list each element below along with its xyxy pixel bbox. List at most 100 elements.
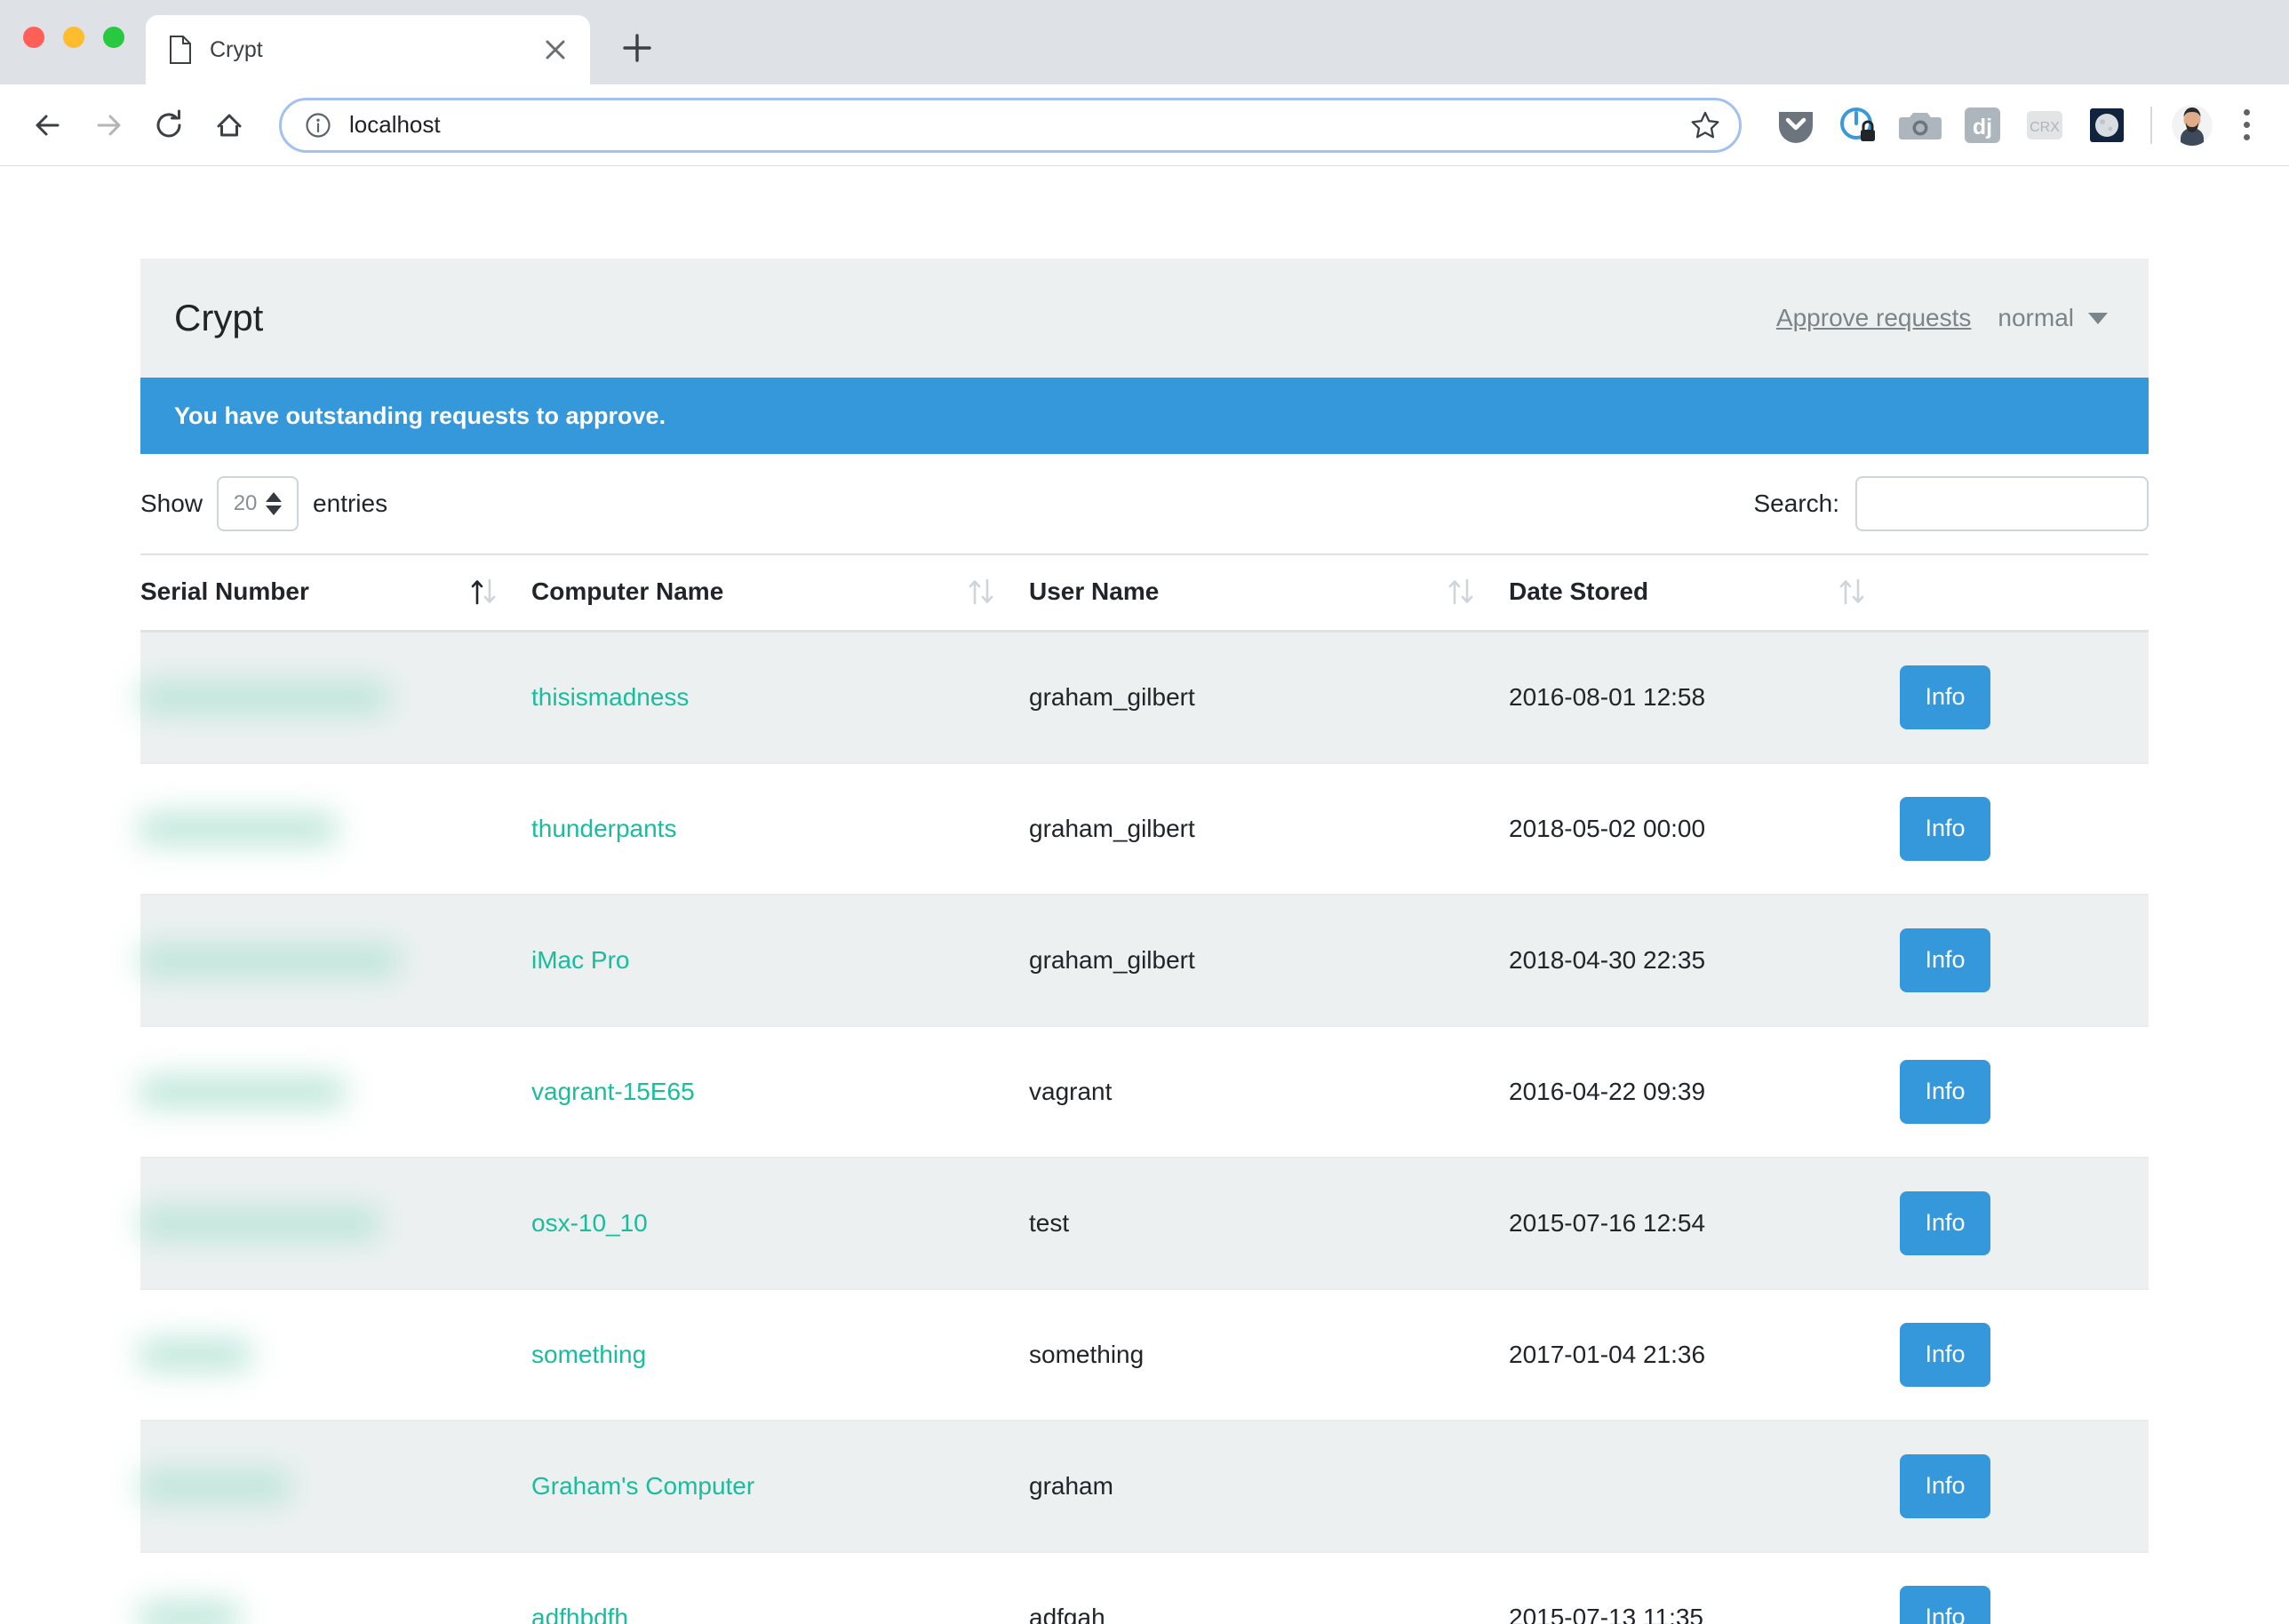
sort-icon[interactable] [967,577,995,607]
cell-serial-number [140,1421,531,1552]
table-row: Graham's Computer graham Info [140,1421,2149,1552]
browser-tab[interactable]: Crypt [146,15,590,84]
redacted-serial-number [140,1603,238,1624]
cell-user-name: graham [1029,1421,1509,1552]
column-header-serial-number[interactable]: Serial Number [140,554,531,632]
svg-text:dj: dj [1973,115,1992,139]
info-button[interactable]: Info [1900,928,1990,992]
svg-text:CRX: CRX [2030,120,2060,135]
computer-name-link[interactable]: thisismadness [531,683,689,711]
cell-actions: Info [1900,895,2149,1026]
pocket-icon[interactable] [1772,101,1820,149]
mode-dropdown-label: normal [1998,304,2074,332]
browser-window: Crypt [0,0,2289,1624]
privacy-lock-icon[interactable] [1834,101,1882,149]
computer-name-link[interactable]: something [531,1341,646,1368]
mode-dropdown[interactable]: normal [1998,304,2108,332]
moon-icon[interactable] [2083,101,2131,149]
cell-actions: Info [1900,763,2149,895]
redacted-serial-number [140,1208,379,1238]
cell-actions: Info [1900,1552,2149,1624]
info-button[interactable]: Info [1900,1323,1990,1387]
cell-user-name: test [1029,1158,1509,1289]
sort-ascending-icon[interactable] [469,577,498,607]
computer-name-link[interactable]: osx-10_10 [531,1209,648,1237]
redacted-serial-number [140,814,336,844]
cell-date-stored: 2016-08-01 12:58 [1509,632,1900,763]
column-header-date-stored[interactable]: Date Stored [1509,554,1900,632]
cell-computer-name: Graham's Computer [531,1421,1029,1552]
site-info-icon[interactable] [305,112,331,139]
home-icon[interactable] [211,107,247,143]
close-icon[interactable] [540,35,570,65]
sort-icon[interactable] [1447,577,1475,607]
info-button[interactable]: Info [1900,797,1990,861]
cell-user-name: graham_gilbert [1029,632,1509,763]
page-length-select[interactable]: 20 [217,476,299,531]
cell-user-name: graham_gilbert [1029,895,1509,1026]
cell-actions: Info [1900,1158,2149,1289]
kebab-menu-icon[interactable] [2229,104,2264,147]
alert-banner: You have outstanding requests to approve… [140,378,2149,454]
computer-name-link[interactable]: thunderpants [531,815,676,842]
cell-serial-number [140,1158,531,1289]
stepper-icon[interactable] [266,492,282,515]
alert-message: You have outstanding requests to approve… [174,402,666,430]
computer-name-link[interactable]: iMac Pro [531,946,629,974]
search-control: Search: [1754,476,2149,531]
header-actions: Approve requests normal [1776,304,2108,332]
computer-name-link[interactable]: adfhbdfh [531,1604,628,1624]
cell-date-stored: 2018-05-02 00:00 [1509,763,1900,895]
column-header-user-name[interactable]: User Name [1029,554,1509,632]
star-icon[interactable] [1689,109,1721,141]
table-row: iMac Prograham_gilbert2018-04-30 22:35In… [140,895,2149,1026]
new-tab-icon[interactable] [617,28,658,68]
django-icon[interactable]: dj [1958,101,2006,149]
page-header: Crypt Approve requests normal [140,259,2149,378]
column-label: Date Stored [1509,577,1648,606]
redacted-serial-number [140,945,398,975]
cell-date-stored: 2016-04-22 09:39 [1509,1026,1900,1158]
info-button[interactable]: Info [1900,1191,1990,1255]
reload-icon[interactable] [151,107,187,143]
approve-requests-link[interactable]: Approve requests [1776,304,1971,332]
search-input[interactable] [1855,476,2149,531]
cell-date-stored: 2017-01-04 21:36 [1509,1289,1900,1421]
cell-user-name: adfgah [1029,1552,1509,1624]
camera-icon[interactable] [1896,101,1944,149]
cell-user-name: something [1029,1289,1509,1421]
cell-computer-name: thisismadness [531,632,1029,763]
redacted-serial-number [140,1077,344,1107]
computer-name-link[interactable]: Graham's Computer [531,1472,754,1500]
column-header-actions [1900,554,2149,632]
cell-serial-number [140,1289,531,1421]
minimize-window-button[interactable] [63,27,84,48]
avatar[interactable] [2172,105,2213,146]
cell-serial-number [140,763,531,895]
computers-table: Serial Number [140,553,2149,1624]
maximize-window-button[interactable] [103,27,124,48]
cell-serial-number [140,1026,531,1158]
info-button[interactable]: Info [1900,1586,1990,1624]
info-button[interactable]: Info [1900,1060,1990,1124]
crx-icon[interactable]: CRX [2021,101,2069,149]
back-arrow-icon[interactable] [30,107,66,143]
cell-computer-name: adfhbdfh [531,1552,1029,1624]
sort-icon[interactable] [1838,577,1866,607]
info-button[interactable]: Info [1900,665,1990,729]
address-bar[interactable]: localhost [279,98,1742,153]
table-row: osx-10_10test2015-07-16 12:54Info [140,1158,2149,1289]
cell-user-name: graham_gilbert [1029,763,1509,895]
cell-actions: Info [1900,1421,2149,1552]
redacted-serial-number [140,1340,250,1370]
cell-computer-name: thunderpants [531,763,1029,895]
column-header-computer-name[interactable]: Computer Name [531,554,1029,632]
url-text: localhost [349,111,1689,139]
info-button[interactable]: Info [1900,1454,1990,1518]
computer-name-link[interactable]: vagrant-15E65 [531,1078,695,1105]
close-window-button[interactable] [23,27,44,48]
cell-actions: Info [1900,1026,2149,1158]
cell-serial-number [140,895,531,1026]
search-label: Search: [1754,490,1840,518]
forward-arrow-icon[interactable] [91,107,126,143]
